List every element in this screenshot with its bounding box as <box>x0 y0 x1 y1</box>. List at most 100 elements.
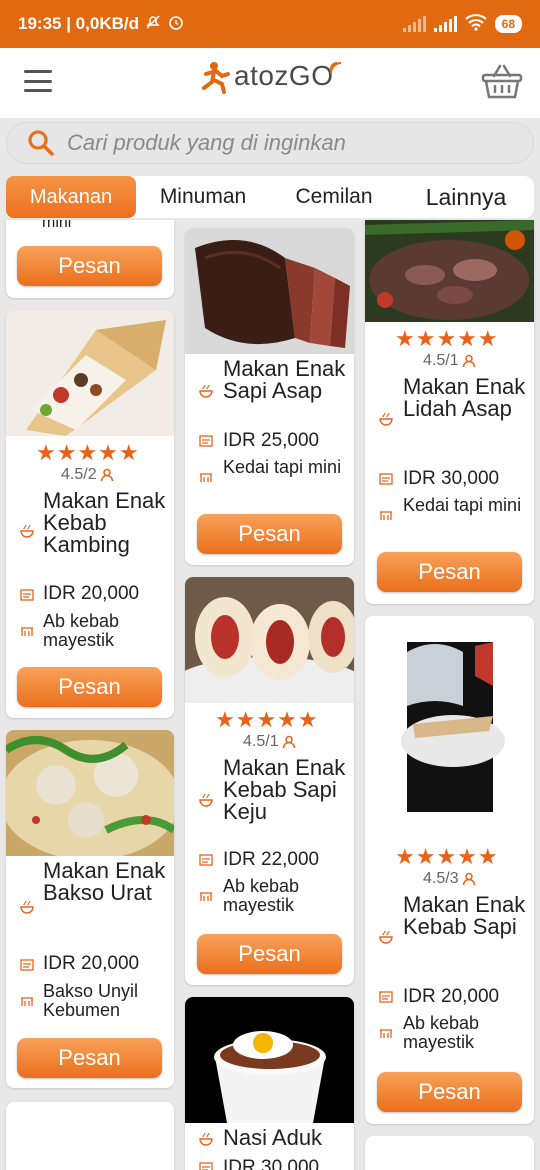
product-card[interactable]: ★★★★★ 4.5/1 Makan Enak Kebab Sapi Keju I… <box>185 577 354 985</box>
shop-name: Ab kebab mayestik <box>223 876 300 915</box>
search-input[interactable] <box>67 130 507 156</box>
product-image <box>185 228 354 354</box>
star-rating: ★★★★★ <box>395 326 499 351</box>
price-tag-icon <box>199 854 213 866</box>
order-button[interactable]: Pesan <box>377 1072 522 1112</box>
product-card[interactable]: ★★★★★ 4.5/1 Makan Enak Lidah Asap IDR 30… <box>365 220 534 604</box>
search-bar[interactable] <box>6 122 534 164</box>
price-tag-icon <box>379 473 393 485</box>
price-tag-icon <box>379 991 393 1003</box>
tab-makanan[interactable]: Makanan <box>6 176 136 218</box>
category-tabs: Makanan Minuman Cemilan Lainnya <box>6 176 534 218</box>
mute-icon <box>145 14 161 35</box>
food-bowl-icon <box>199 793 213 807</box>
tab-lainnya[interactable]: Lainnya <box>398 176 534 218</box>
user-icon <box>462 872 475 886</box>
product-title: Makan Enak Sapi Asap <box>223 356 346 403</box>
product-image <box>6 730 174 860</box>
product-title: Makan Enak Kebab Sapi <box>403 892 526 939</box>
product-image <box>6 310 174 436</box>
product-card-partial[interactable] <box>365 1136 534 1170</box>
order-button[interactable]: Pesan <box>17 1038 162 1078</box>
app-bar: atozGO <box>0 48 540 118</box>
product-price: IDR 22,000 <box>223 849 320 870</box>
product-price: IDR 20,000 <box>43 953 140 974</box>
product-card-partial[interactable] <box>6 1102 174 1170</box>
status-bar: 19:35 | 0,0KB/d 68 <box>0 0 540 48</box>
rating-count: 4.5/3 <box>423 870 476 888</box>
rating-count: 4.5/2 <box>61 466 114 484</box>
price-tag-icon <box>199 1162 213 1170</box>
user-icon <box>282 735 295 749</box>
shop-name: Ab kebab mayestik <box>403 1013 480 1052</box>
battery-indicator: 68 <box>494 15 522 33</box>
shop-name-partial: mini <box>42 220 72 231</box>
price-tag-icon <box>20 959 34 971</box>
product-image <box>365 616 534 836</box>
product-card[interactable]: Makan Enak Bakso Urat IDR 20,000 Bakso U… <box>6 730 174 1088</box>
food-bowl-icon <box>199 384 213 398</box>
product-title: Nasi Aduk <box>223 1125 323 1150</box>
shopping-cart-icon[interactable] <box>480 60 524 104</box>
tab-minuman[interactable]: Minuman <box>136 176 270 218</box>
price-tag-icon <box>199 435 213 447</box>
food-bowl-icon <box>20 900 34 914</box>
shop-icon <box>21 627 33 636</box>
product-card-partial: mini Pesan <box>6 220 174 298</box>
shop-icon <box>21 997 33 1006</box>
shop-icon <box>200 473 212 482</box>
user-icon <box>462 354 475 368</box>
status-time: 19:35 | 0,0KB/d <box>18 14 139 33</box>
order-button[interactable]: Pesan <box>17 246 162 286</box>
shop-icon <box>380 511 392 520</box>
app-logo: atozGO <box>200 56 345 96</box>
rating-count: 4.5/1 <box>423 352 476 370</box>
runner-logo-icon <box>202 62 230 94</box>
product-card[interactable]: ★★★★★ 4.5/3 Makan Enak Kebab Sapi IDR 20… <box>365 616 534 1124</box>
tab-cemilan[interactable]: Cemilan <box>270 176 398 218</box>
order-button[interactable]: Pesan <box>377 552 522 592</box>
shop-name: Ab kebab mayestik <box>43 611 120 650</box>
star-rating: ★★★★★ <box>215 707 319 732</box>
alarm-icon <box>167 13 185 36</box>
product-price: IDR 30,000 <box>403 468 500 489</box>
product-price: IDR 30,000 <box>223 1157 320 1170</box>
signal-wave-logo-icon <box>330 62 342 74</box>
logo-text: atozGO <box>234 60 334 91</box>
hamburger-menu-icon[interactable] <box>24 70 52 92</box>
product-title: Makan Enak Lidah Asap <box>403 374 526 421</box>
product-price: IDR 25,000 <box>223 430 320 451</box>
rating-count: 4.5/1 <box>243 733 296 751</box>
star-rating: ★★★★★ <box>395 844 499 869</box>
shop-name: Bakso Unyil Kebumen <box>43 981 139 1020</box>
signal-icon-sim2 <box>433 16 457 32</box>
wifi-icon <box>464 13 487 36</box>
search-icon <box>28 130 54 156</box>
order-button[interactable]: Pesan <box>197 934 342 974</box>
product-image <box>365 220 534 322</box>
shop-name: Kedai tapi mini <box>223 457 342 477</box>
user-icon <box>100 468 113 482</box>
product-card[interactable]: Makan Enak Sapi Asap IDR 25,000 Kedai ta… <box>185 228 354 565</box>
food-bowl-icon <box>20 524 34 538</box>
product-title: Makan Enak Kebab Sapi Keju <box>223 755 346 824</box>
product-card[interactable]: Nasi Aduk IDR 30,000 <box>185 997 354 1170</box>
product-price: IDR 20,000 <box>403 986 500 1007</box>
product-image <box>185 997 354 1123</box>
order-button[interactable]: Pesan <box>17 667 162 707</box>
food-bowl-icon <box>379 412 393 426</box>
price-tag-icon <box>20 589 34 601</box>
star-rating: ★★★★★ <box>36 440 140 465</box>
product-price: IDR 20,000 <box>43 583 140 604</box>
signal-icon-sim1 <box>402 16 426 32</box>
product-image <box>185 577 354 717</box>
shop-name: Kedai tapi mini <box>403 495 522 515</box>
shop-icon <box>200 892 212 901</box>
food-bowl-icon <box>199 1132 213 1146</box>
product-title: Makan Enak Bakso Urat <box>43 858 166 905</box>
product-card[interactable]: ★★★★★ 4.5/2 Makan Enak Kebab Kambing IDR… <box>6 310 174 718</box>
order-button[interactable]: Pesan <box>197 514 342 554</box>
shop-icon <box>380 1029 392 1038</box>
food-bowl-icon <box>379 930 393 944</box>
product-title: Makan Enak Kebab Kambing <box>43 488 166 557</box>
